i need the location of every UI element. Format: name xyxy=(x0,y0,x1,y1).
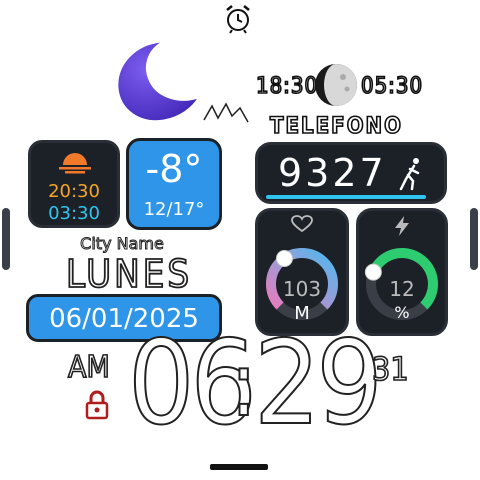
side-button-left[interactable] xyxy=(2,208,10,270)
am-pm-indicator: AM xyxy=(67,349,110,386)
battery-value: 12 xyxy=(389,277,415,301)
lock-icon[interactable] xyxy=(84,390,110,420)
sunrise-time: 03:30 xyxy=(48,203,100,224)
steps-progress-bar xyxy=(266,195,426,199)
time-minutes: 29 xyxy=(253,316,384,451)
side-button-right[interactable] xyxy=(470,208,478,270)
sunrise-icon xyxy=(57,149,93,175)
time-seconds: 31 xyxy=(371,349,409,389)
moonrise-time: 18:30 xyxy=(255,73,319,100)
walking-icon xyxy=(398,157,422,191)
bottom-indicator xyxy=(210,464,268,470)
moon-phase-icon xyxy=(313,62,359,108)
lightning-icon xyxy=(393,215,411,237)
temperature-tile[interactable]: -8° 12/17° xyxy=(126,138,222,230)
alarm-clock-icon[interactable] xyxy=(222,2,254,34)
sun-times-tile[interactable]: 20:30 03:30 xyxy=(28,140,120,228)
heart-rate-value: 103 xyxy=(282,277,322,301)
heart-icon xyxy=(291,215,313,233)
day-name: LUNES xyxy=(65,251,193,297)
steps-count: 9327 xyxy=(278,151,387,195)
crescent-moon-icon xyxy=(110,38,200,124)
moonset-time: 05:30 xyxy=(360,73,424,100)
phone-label[interactable]: TELEFONO xyxy=(269,113,403,140)
city-name: City Name xyxy=(80,234,165,254)
current-temperature: -8° xyxy=(145,147,203,191)
steps-tile[interactable]: 9327 xyxy=(255,142,447,204)
sunset-time: 20:30 xyxy=(48,181,100,202)
temperature-range: 12/17° xyxy=(143,199,205,220)
weather-detail-icon xyxy=(200,96,260,126)
